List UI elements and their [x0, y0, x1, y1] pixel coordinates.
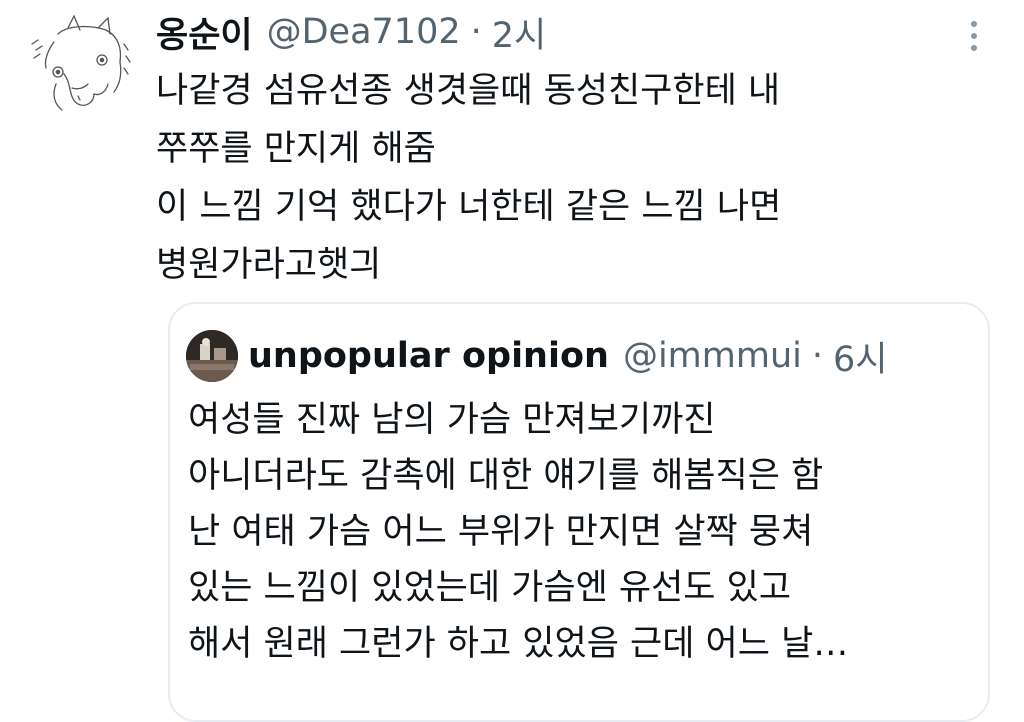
photo-avatar-icon — [186, 330, 238, 382]
quoted-avatar[interactable] — [186, 330, 238, 382]
quoted-text-line: 아니더라도 감촉에 대한 얘기를 해봄직은 함 — [188, 456, 824, 496]
tweet-text-line: 나같경 섬유선종 생겻을때 동성친구한테 내 — [156, 71, 781, 111]
more-dot — [971, 45, 977, 51]
more-vertical-icon — [971, 21, 977, 27]
quoted-tweet-text: 여성들 진짜 남의 가슴 만져보기까진 아니더라도 감촉에 대한 얘기를 해봄직… — [188, 392, 968, 672]
quoted-text-line: 해서 원래 그런가 하고 있었음 근데 어느 날… — [188, 624, 849, 664]
quoted-display-name[interactable]: unpopular opinion — [248, 336, 609, 376]
timestamp[interactable]: 2시 — [492, 7, 546, 58]
tweet-text: 나같경 섬유선종 생겻을때 동성친구한테 내 쭈쭈를 만지게 해줌 이 느낌 기… — [156, 62, 976, 294]
quoted-timestamp[interactable]: 6시 — [833, 331, 887, 382]
user-handle[interactable]: @Dea7102 — [267, 12, 461, 52]
quoted-text-line: 있는 느낌이 있었는데 가슴엔 유선도 있고 — [188, 568, 792, 608]
tweet-text-line: 이 느낌 기억 했다가 너한테 같은 느낌 나면 — [156, 187, 782, 227]
quoted-text-line: 난 여태 가슴 어느 부위가 만지면 살짝 뭉쳐 — [188, 512, 814, 552]
quoted-user-handle[interactable]: @immmui — [623, 336, 802, 376]
alpaca-doodle-icon — [31, 14, 131, 111]
tweet-text-line: 쭈쭈를 만지게 해줌 — [156, 129, 436, 169]
tweet-header: 옹순이 @Dea7102 · 2시 — [156, 4, 546, 60]
quoted-tweet[interactable]: unpopular opinion @immmui · 6시 여성들 진짜 남의… — [168, 302, 990, 722]
more-dot — [971, 33, 977, 39]
quoted-tweet-header: unpopular opinion @immmui · 6시 — [248, 330, 887, 382]
dot-separator: · — [811, 336, 823, 376]
more-options-button[interactable] — [958, 16, 990, 56]
quoted-text-line: 여성들 진짜 남의 가슴 만져보기까진 — [188, 400, 716, 440]
avatar[interactable] — [28, 14, 132, 118]
display-name[interactable]: 옹순이 — [156, 7, 253, 58]
tweet-text-line: 병원가라고햇긔 — [156, 245, 382, 285]
dot-separator: · — [470, 12, 482, 52]
